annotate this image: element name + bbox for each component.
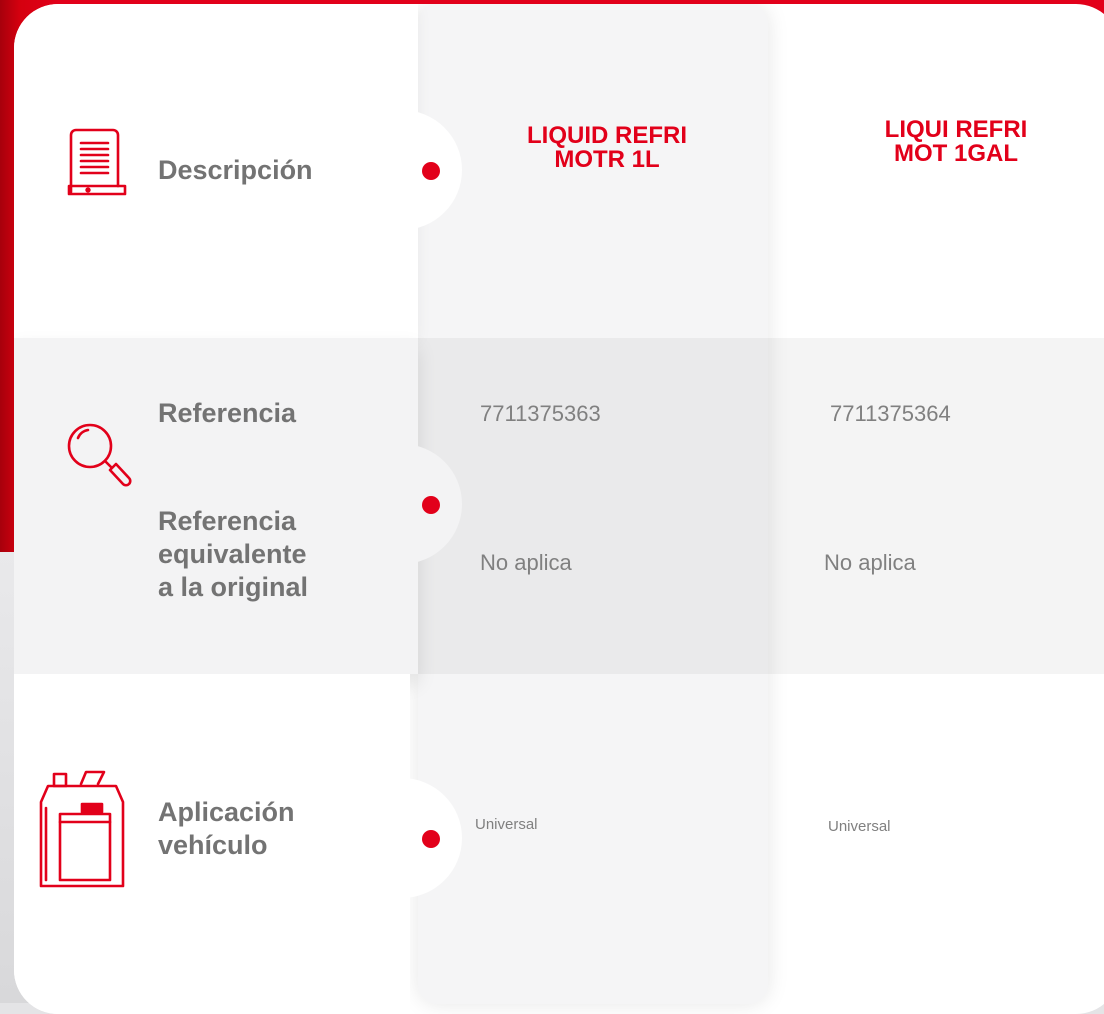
reference-value: 7711375363 bbox=[480, 401, 601, 426]
row-marker-dot bbox=[422, 830, 440, 848]
row-marker-dot bbox=[422, 162, 440, 180]
jerrycan-icon bbox=[36, 768, 128, 892]
equivalent-reference-value: No aplica bbox=[480, 550, 572, 575]
application-value: Universal bbox=[828, 818, 891, 835]
application-value: Universal bbox=[475, 816, 538, 833]
magnifier-icon bbox=[66, 422, 132, 490]
product-title: LIQUID REFRI MOTR 1L bbox=[527, 122, 687, 173]
equivalent-reference-value: No aplica bbox=[824, 550, 916, 575]
row-label-referencia-equivalente: Referencia equivalente a la original bbox=[158, 506, 309, 602]
comparison-card: Descripción Referencia Referencia equiva… bbox=[14, 4, 1104, 1014]
product-title: LIQUI REFRI MOT 1GAL bbox=[884, 116, 1028, 167]
document-icon bbox=[66, 126, 128, 198]
row-label-descripcion: Descripción bbox=[158, 155, 313, 185]
reference-value: 7711375364 bbox=[830, 401, 951, 426]
row-label-referencia: Referencia bbox=[158, 398, 297, 428]
row-marker-dot bbox=[422, 496, 440, 514]
row-label-aplicacion: Aplicación vehículo bbox=[158, 797, 295, 860]
